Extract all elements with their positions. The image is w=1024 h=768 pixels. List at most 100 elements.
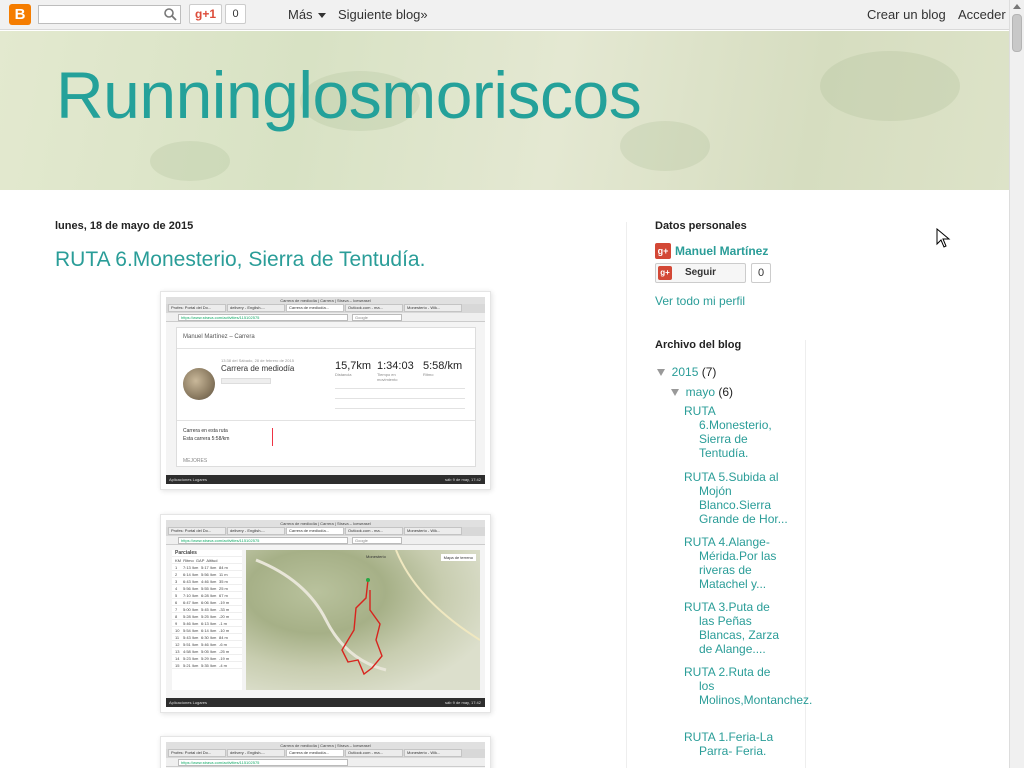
archive-post-link[interactable]: RUTA 5.Subida al Mojón Blanco.Sierra Gran… — [684, 470, 794, 526]
gplus-icon: g+ — [658, 266, 672, 280]
strava-activity-card: Manuel Martínez – Carrera 13:38 del Sába… — [176, 327, 476, 467]
page-scrollbar[interactable] — [1009, 0, 1024, 768]
split-row: 11 5:43 /km 6:30 /km 84 m — [172, 634, 242, 641]
blogger-logo-icon[interactable]: B — [9, 4, 31, 25]
cursor-icon — [936, 228, 951, 248]
screen-tab: Profes: Portal del Do... — [168, 527, 226, 535]
stat-distance-label: Distancia — [335, 372, 352, 377]
screen-tab: Carrera de mediodía... — [286, 527, 344, 535]
archive-post-link[interactable]: RUTA 1.Feria-La Parra- Feria. — [684, 730, 794, 758]
next-blog-link[interactable]: Siguiente blog» — [338, 7, 428, 22]
screen-tab: Monesterio - Wik... — [404, 527, 462, 535]
segment-text: Carrera en esta ruta — [183, 428, 228, 434]
more-menu[interactable]: Más — [288, 7, 327, 22]
stat-pace-label: Ritmo — [423, 372, 434, 377]
post-title[interactable]: RUTA 6.Monesterio, Sierra de Tentudía. — [55, 248, 425, 272]
profile-name-link[interactable]: Manuel Martínez — [675, 244, 768, 258]
screen-tab: delivery - English-... — [227, 749, 285, 757]
create-blog-link[interactable]: Crear un blog — [867, 7, 946, 22]
best-label: MEJORES — [183, 458, 208, 464]
screen-tab: Profes: Portal del Do... — [168, 749, 226, 757]
split-row: 14 5:23 /km 5:29 /km -19 m — [172, 655, 242, 662]
stat-distance: 15,7km — [335, 360, 372, 372]
archive-post-link[interactable]: RUTA 2.Ruta de los Molinos,Montanchez. — [684, 665, 812, 707]
scroll-thumb[interactable] — [1012, 14, 1022, 52]
split-row: 1 7:13 /km 5:17 /km 84 m — [172, 564, 242, 571]
archive-month-label[interactable]: mayo — [686, 385, 715, 399]
screen-tabs: Profes: Portal del Do... delivery - Engl… — [166, 304, 485, 313]
column-divider — [626, 222, 627, 768]
stat-time: 1:34:03 — [377, 360, 414, 372]
post-image-strava-3[interactable]: Carrera de mediodía | Carrera | Strava –… — [160, 736, 491, 768]
segment-marker — [272, 428, 273, 446]
screen-taskbar: Aplicaciones Lugares sáb 9 de may, 17:42 — [166, 698, 485, 707]
athlete-name: Manuel Martínez – Carrera — [183, 334, 255, 340]
screen-search: Google — [352, 537, 402, 544]
follow-button[interactable]: g+ Seguir — [655, 263, 746, 283]
archive-month-mayo[interactable]: mayo (6) — [671, 385, 733, 399]
blog-header: Runninglosmoriscos — [0, 31, 1009, 190]
caret-down-icon — [318, 13, 327, 19]
activity-photo — [183, 368, 215, 400]
screen-url: https://www.strava.com/activities/115102… — [178, 537, 348, 544]
split-row: 9 5:46 /km 6:13 /km -1 m — [172, 620, 242, 627]
gplus-count: 0 — [225, 4, 246, 24]
map-town: Monesterio — [366, 554, 386, 559]
screen-tab: delivery - English-... — [227, 304, 285, 312]
screen-tab: Monesterio - Wik... — [404, 304, 462, 312]
split-row: 7 5:00 /km 5:45 /km -33 m — [172, 606, 242, 613]
search-icon[interactable] — [163, 7, 178, 22]
split-row: 12 5:51 /km 5:46 /km -6 m — [172, 641, 242, 648]
split-row: 4 5:56 /km 5:55 /km 25 m — [172, 585, 242, 592]
follow-label: Seguir — [684, 267, 717, 278]
split-row: 10 5:54 /km 6:14 /km -10 m — [172, 627, 242, 634]
triangle-down-icon[interactable] — [657, 369, 665, 377]
split-row: 2 6:14 /km 5:56 /km 11 m — [172, 571, 242, 578]
split-row: 15 5:21 /km 5:35 /km -4 m — [172, 662, 242, 669]
split-row: 6 6:47 /km 6:06 /km -19 m — [172, 599, 242, 606]
view-profile-link[interactable]: Ver todo mi perfil — [655, 294, 745, 308]
gplus-button[interactable]: g+1 — [189, 4, 222, 24]
splits-title: Parciales — [172, 550, 242, 557]
screen-search: Google — [352, 314, 402, 321]
blog-title[interactable]: Runninglosmoriscos — [56, 57, 642, 133]
screen-tab: Outlook.com - ma... — [345, 304, 403, 312]
post-image-strava-summary[interactable]: Carrera de mediodía | Carrera | Strava –… — [160, 291, 491, 490]
screen-tabs: Profes: Portal del Do... delivery - Engl… — [166, 527, 485, 536]
gplus-icon: g+ — [655, 243, 671, 259]
activity-date: 13:38 del Sábado, 28 de febrero de 2015 — [221, 358, 294, 363]
taskbar-apps: Aplicaciones Lugares — [169, 477, 208, 482]
add-description-button — [221, 378, 271, 384]
screen-tab: Carrera de mediodía... — [286, 304, 344, 312]
archive-post-link[interactable]: RUTA 6.Monesterio, Sierra de Tentudía. — [684, 404, 794, 460]
screen-window-title: Carrera de mediodía | Carrera | Strava –… — [166, 297, 485, 304]
splits-header: KM Ritmo GAP Altitud — [172, 557, 242, 564]
archive-post-link[interactable]: RUTA 3.Puta de las Peñas Blancas, Zarza d… — [684, 600, 794, 656]
archive-month-count: (6) — [718, 385, 734, 399]
screen-window-title: Carrera de mediodía | Carrera | Strava –… — [166, 742, 485, 749]
archive-post-link[interactable]: RUTA 4.Alange- Mérida.Por las riveras de … — [684, 535, 794, 591]
archive-heading: Archivo del blog — [655, 339, 742, 351]
post-date: lunes, 18 de mayo de 2015 — [55, 220, 194, 232]
taskbar-apps: Aplicaciones Lugares — [169, 700, 208, 705]
blogger-navbar: B g+1 0 Más Siguiente blog» Crear un blo… — [0, 0, 1009, 30]
screen-tabs: Profes: Portal del Do... delivery - Engl… — [166, 749, 485, 758]
triangle-down-icon[interactable] — [671, 389, 679, 397]
screen-url: https://www.strava.com/activities/115102… — [178, 759, 348, 766]
search-input[interactable] — [38, 5, 181, 24]
screen-window-title: Carrera de mediodía | Carrera | Strava –… — [166, 520, 485, 527]
scroll-up-icon[interactable] — [1013, 4, 1021, 9]
taskbar-clock: sáb 9 de may, 17:42 — [445, 700, 481, 705]
login-link[interactable]: Acceder — [958, 7, 1006, 22]
screen-url: https://www.strava.com/activities/115102… — [178, 314, 348, 321]
screen-tab: Outlook.com - ma... — [345, 749, 403, 757]
screen-urlbar: https://www.strava.com/activities/115102… — [166, 758, 485, 767]
screen-taskbar: Aplicaciones Lugares sáb 9 de may, 17:42 — [166, 475, 485, 484]
archive-year-label[interactable]: 2015 — [672, 365, 699, 379]
screen-urlbar: https://www.strava.com/activities/115102… — [166, 313, 485, 322]
post-image-strava-map[interactable]: Carrera de mediodía | Carrera | Strava –… — [160, 514, 491, 713]
archive-year-2015[interactable]: 2015 (7) — [657, 365, 716, 379]
route-map: Monesterio Mapa de terreno — [246, 550, 480, 690]
screen-tab: Outlook.com - ma... — [345, 527, 403, 535]
split-row: 3 6:43 /km 4:46 /km 35 m — [172, 578, 242, 585]
